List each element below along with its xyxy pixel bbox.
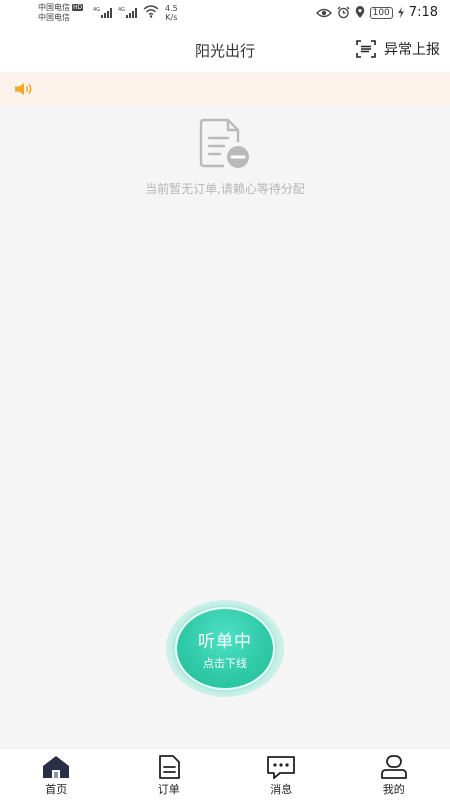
tab-message-label: 消息 <box>270 783 293 796</box>
tab-order[interactable]: 订单 <box>113 749 226 800</box>
battery-indicator: 100 <box>369 6 393 19</box>
report-exception-button[interactable]: 异常上报 <box>356 39 440 59</box>
signal-icon: 4G <box>93 7 112 18</box>
eye-icon <box>315 8 332 17</box>
tab-home-label: 首页 <box>45 783 68 796</box>
clock: 7:18 <box>408 5 438 20</box>
status-bar: 中国电信 HD 中国电信 4G 4G 4.5 K/s 100 7:18 <box>0 0 450 30</box>
app-header: 阳光出行 异常上报 <box>0 30 450 72</box>
hd-badge: HD <box>72 4 84 11</box>
carrier-2: 中国电信 <box>38 13 70 22</box>
net-speed-value: 4.5 <box>165 4 178 13</box>
report-exception-label: 异常上报 <box>384 42 440 58</box>
location-icon <box>355 6 364 18</box>
bottom-tab-bar: 首页 订单 消息 我的 <box>0 748 450 800</box>
message-icon <box>267 756 296 779</box>
notice-bar <box>0 72 450 105</box>
tab-profile-label: 我的 <box>382 783 405 796</box>
net-speed-unit: K/s <box>165 13 178 22</box>
svg-text:4G: 4G <box>118 7 125 13</box>
listen-toggle-button[interactable]: 听单中 点击下线 <box>175 607 275 690</box>
status-icons: 100 7:18 <box>315 5 438 20</box>
profile-icon <box>380 755 407 779</box>
carrier-1: 中国电信 <box>38 3 70 12</box>
tab-message[interactable]: 消息 <box>225 749 338 800</box>
order-icon <box>158 755 180 779</box>
carrier-info: 中国电信 HD 中国电信 <box>38 3 84 23</box>
alarm-icon <box>337 6 350 19</box>
listen-status-label: 听单中 <box>198 631 252 652</box>
signal-icon: 4G <box>118 7 137 18</box>
go-offline-label: 点击下线 <box>203 656 247 670</box>
home-icon <box>43 756 70 778</box>
empty-order-icon <box>199 118 249 168</box>
tab-profile[interactable]: 我的 <box>338 749 450 800</box>
tab-home[interactable]: 首页 <box>0 749 113 800</box>
empty-state: 当前暂无订单,请赖心等待分配 <box>0 118 450 197</box>
net-speed: 4.5 K/s <box>165 4 178 22</box>
speaker-icon <box>15 83 32 95</box>
svg-text:4G: 4G <box>93 7 100 13</box>
scan-icon <box>356 40 376 58</box>
empty-message: 当前暂无订单,请赖心等待分配 <box>145 182 305 196</box>
wifi-icon <box>143 5 159 18</box>
tab-order-label: 订单 <box>157 783 180 796</box>
listen-button-halo: 听单中 点击下线 <box>166 600 284 697</box>
charging-icon <box>397 7 404 18</box>
